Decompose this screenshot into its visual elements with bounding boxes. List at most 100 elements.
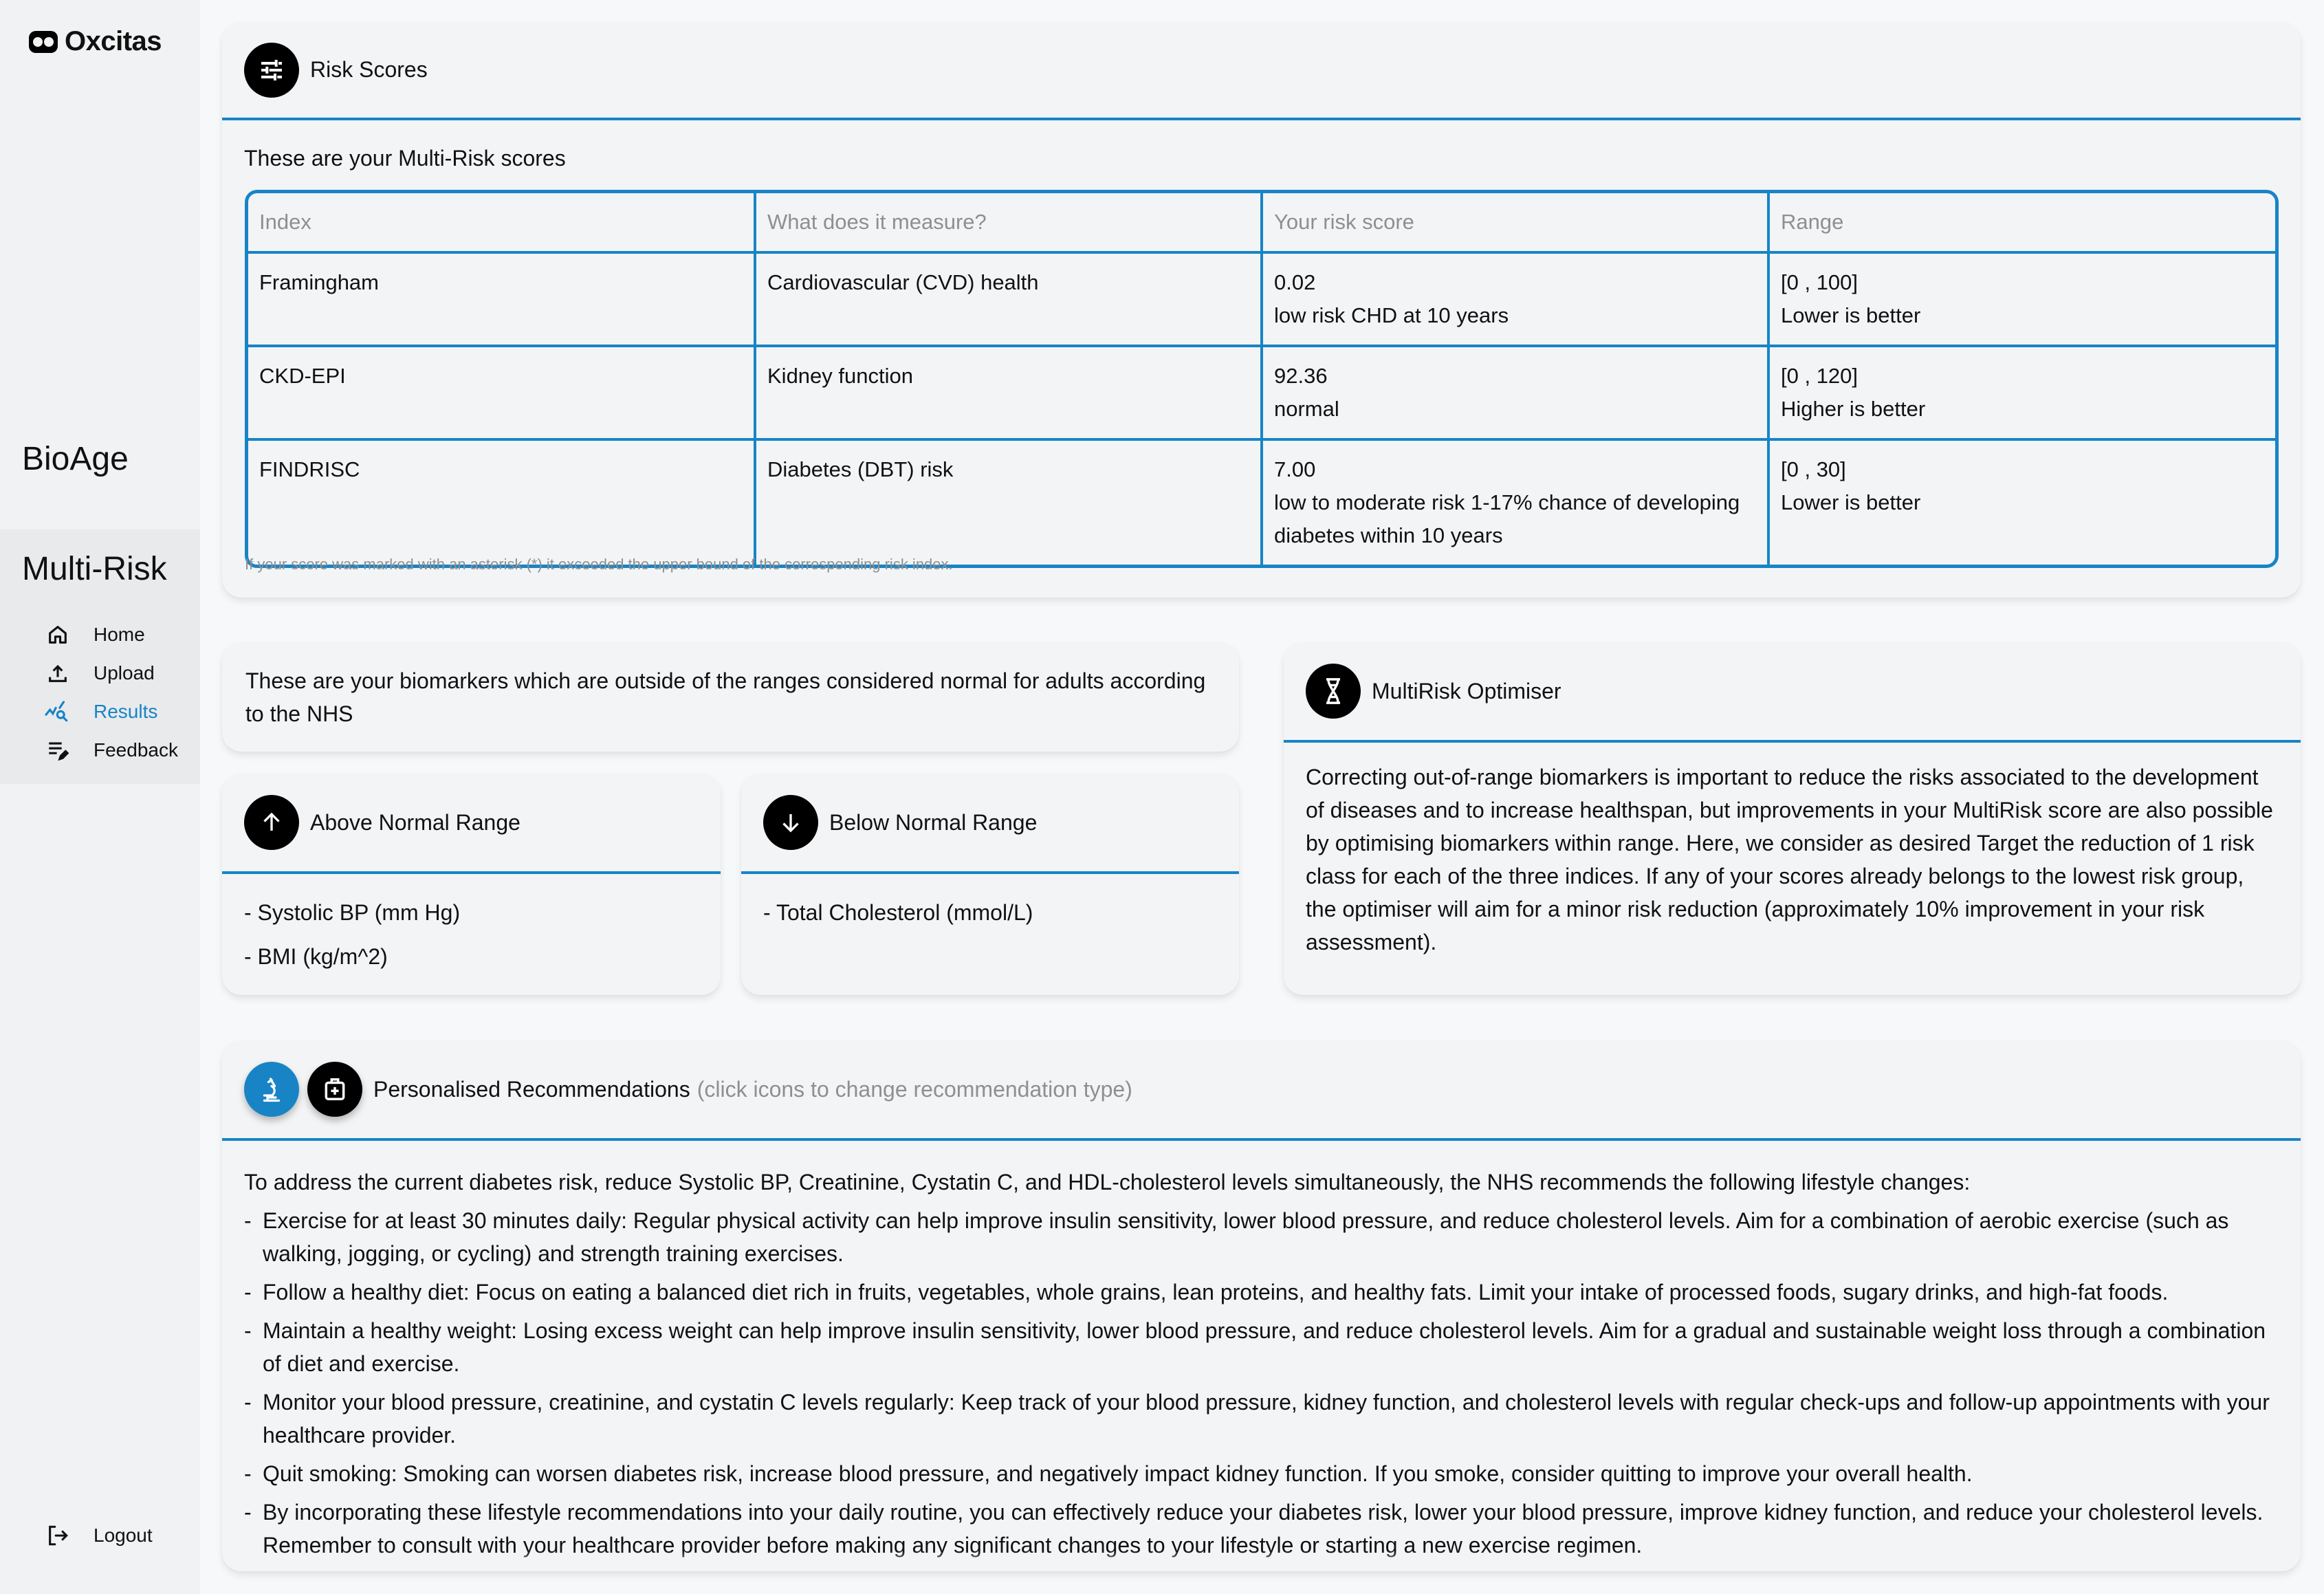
range-value: [0 , 100]: [1781, 270, 1859, 294]
column-header-score: Your risk score: [1260, 193, 1770, 254]
recommendation-text: Follow a healthy diet: Focus on eating a…: [263, 1280, 2169, 1304]
sidebar-section-bioage[interactable]: BioAge: [22, 440, 129, 478]
sidebar-item-label: Home: [94, 624, 145, 645]
sidebar-item-upload[interactable]: Upload: [44, 654, 178, 692]
infinity-logo-icon: [29, 30, 58, 53]
recommendations-title-text: Personalised Recommendations: [373, 1076, 690, 1102]
score-note: normal: [1274, 397, 1339, 421]
microscope-icon[interactable]: [244, 1062, 299, 1117]
first-aid-kit-icon[interactable]: [307, 1062, 362, 1117]
below-normal-title: Below Normal Range: [829, 809, 1038, 835]
recommendations-title: Personalised Recommendations (click icons…: [373, 1077, 1132, 1102]
range-value: [0 , 120]: [1781, 364, 1859, 388]
recommendations-list: - Exercise for at least 30 minutes daily:…: [244, 1204, 2279, 1562]
recommendation-text: Quit smoking: Smoking can worsen diabete…: [263, 1461, 1973, 1486]
score-value: 0.02: [1274, 270, 1316, 294]
above-normal-list: - Systolic BP (mm Hg) - BMI (kg/m^2): [222, 874, 721, 995]
asterisk-footnote: If your score was marked with an asteris…: [245, 556, 953, 573]
list-item: - Total Cholesterol (mmol/L): [763, 900, 1033, 925]
recommendations-card: Personalised Recommendations (click icons…: [222, 1040, 2301, 1571]
score-value: 7.00: [1274, 457, 1316, 481]
range-note: Higher is better: [1781, 397, 1926, 421]
score-cell: 0.02 low risk CHD at 10 years: [1260, 251, 1770, 347]
measure-cell: Cardiovascular (CVD) health: [754, 251, 1263, 347]
recommendation-text: Maintain a healthy weight: Losing excess…: [263, 1318, 2266, 1376]
sidebar-item-label: Upload: [94, 662, 155, 684]
sidebar-item-feedback[interactable]: Feedback: [44, 731, 178, 769]
below-normal-list: - Total Cholesterol (mmol/L): [741, 874, 1239, 951]
risk-scores-title: Risk Scores: [310, 57, 428, 82]
logout-icon: [44, 1522, 72, 1549]
sidebar-item-label: Results: [94, 701, 158, 722]
table-row: CKD-EPI Kidney function 92.36 normal [0 …: [248, 345, 2275, 441]
recommendations-intro: To address the current diabetes risk, re…: [244, 1170, 1971, 1194]
brand-name: Oxcitas: [65, 26, 162, 56]
scroll-fade: [222, 1551, 2301, 1571]
column-header-index: Index: [248, 193, 756, 254]
risk-scores-table: Index What does it measure? Your risk sc…: [245, 190, 2279, 568]
arrow-up-icon: [244, 795, 299, 850]
sidebar-item-home[interactable]: Home: [44, 615, 178, 654]
list-item: - Exercise for at least 30 minutes daily:…: [244, 1204, 2279, 1270]
range-note: Lower is better: [1781, 490, 1921, 514]
sidebar-item-label: Feedback: [94, 739, 178, 761]
feedback-icon: [44, 736, 72, 764]
upload-icon: [44, 659, 72, 687]
score-cell: 7.00 low to moderate risk 1-17% chance o…: [1260, 438, 1770, 565]
optimiser-card: MultiRisk Optimiser Correcting out-of-ra…: [1284, 642, 2301, 995]
sidebar-section-multirisk[interactable]: Multi-Risk: [22, 550, 167, 588]
recommendations-body: To address the current diabetes risk, re…: [222, 1141, 2301, 1562]
bullet-dash: -: [244, 1208, 252, 1233]
biomarkers-intro-text: These are your biomarkers which are outs…: [245, 668, 1206, 726]
measure-cell: Kidney function: [754, 345, 1263, 441]
sliders-icon: [244, 42, 299, 98]
score-cell: 92.36 normal: [1260, 345, 1770, 441]
table-row: Framingham Cardiovascular (CVD) health 0…: [248, 251, 2275, 347]
range-cell: [0 , 30] Lower is better: [1767, 438, 2275, 565]
range-cell: [0 , 100] Lower is better: [1767, 251, 2275, 347]
list-item: - Systolic BP (mm Hg): [244, 900, 461, 925]
column-header-range: Range: [1767, 193, 2275, 254]
list-item: - Maintain a healthy weight: Losing exces…: [244, 1314, 2279, 1380]
arrow-down-icon: [763, 795, 818, 850]
bullet-dash: -: [244, 1390, 252, 1415]
range-note: Lower is better: [1781, 303, 1921, 327]
table-row: FINDRISC Diabetes (DBT) risk 7.00 low to…: [248, 438, 2275, 565]
below-normal-header: Below Normal Range: [741, 774, 1239, 874]
dna-icon: [1306, 664, 1361, 719]
table-header-row: Index What does it measure? Your risk sc…: [248, 193, 2275, 254]
brand-logo[interactable]: Oxcitas: [29, 26, 162, 57]
score-note: low risk CHD at 10 years: [1274, 303, 1509, 327]
bullet-dash: -: [244, 1280, 252, 1304]
column-header-measure: What does it measure?: [754, 193, 1263, 254]
list-item: - Monitor your blood pressure, creatinine…: [244, 1386, 2279, 1452]
risk-scores-card: Risk Scores These are your Multi-Risk sc…: [222, 22, 2301, 598]
range-value: [0 , 30]: [1781, 457, 1846, 481]
recommendations-hint: (click icons to change recommendation ty…: [697, 1076, 1132, 1102]
below-normal-card: Below Normal Range - Total Cholesterol (…: [741, 774, 1239, 995]
score-note: low to moderate risk 1-17% chance of dev…: [1274, 490, 1740, 547]
sidebar-item-results[interactable]: Results: [44, 692, 178, 731]
list-item: - Follow a healthy diet: Focus on eating …: [244, 1276, 2279, 1309]
logout-label: Logout: [94, 1525, 153, 1546]
optimiser-header: MultiRisk Optimiser: [1284, 642, 2301, 743]
optimiser-body: Correcting out-of-range biomarkers is im…: [1306, 765, 2273, 954]
sidebar-nav: Home Upload Results Feedback: [44, 615, 178, 769]
above-normal-title: Above Normal Range: [310, 809, 520, 835]
recommendation-text: Monitor your blood pressure, creatinine,…: [263, 1390, 2270, 1448]
above-normal-card: Above Normal Range - Systolic BP (mm Hg)…: [222, 774, 721, 995]
index-cell: CKD-EPI: [248, 345, 756, 441]
optimiser-title: MultiRisk Optimiser: [1372, 678, 1561, 703]
sidebar: Oxcitas BioAge Multi-Risk Home Upload Re…: [0, 0, 200, 1594]
recommendations-header: Personalised Recommendations (click icons…: [222, 1040, 2301, 1141]
score-value: 92.36: [1274, 364, 1328, 388]
home-icon: [44, 621, 72, 648]
recommendation-text: Exercise for at least 30 minutes daily: …: [263, 1208, 2229, 1266]
risk-scores-intro: These are your Multi-Risk scores: [244, 146, 566, 171]
above-normal-header: Above Normal Range: [222, 774, 721, 874]
logout-button[interactable]: Logout: [44, 1516, 153, 1555]
measure-cell: Diabetes (DBT) risk: [754, 438, 1263, 565]
risk-scores-header: Risk Scores: [222, 22, 2301, 120]
index-cell: Framingham: [248, 251, 756, 347]
list-item: - BMI (kg/m^2): [244, 944, 388, 969]
